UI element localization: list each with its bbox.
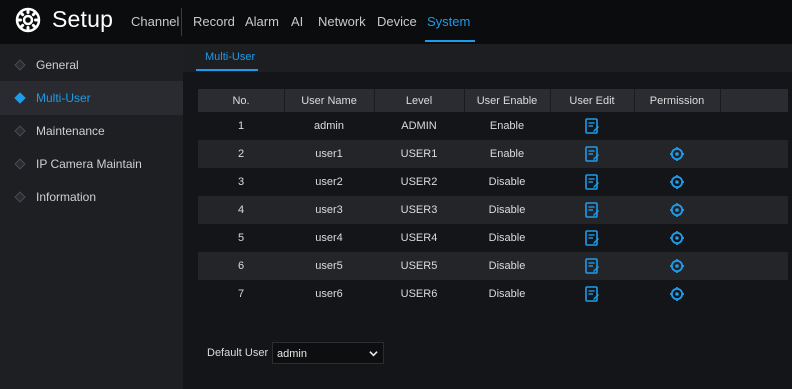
edit-icon[interactable] <box>585 230 599 246</box>
cell-user-name: user6 <box>315 288 343 300</box>
chevron-down-icon <box>369 351 378 357</box>
sidebar-item-label: General <box>36 58 79 72</box>
sidebar-item-label: Multi-User <box>36 91 91 105</box>
gear-icon[interactable] <box>670 203 684 217</box>
diamond-icon <box>14 191 26 203</box>
column-header-level: Level <box>405 95 433 107</box>
tab-system[interactable]: System <box>427 14 470 29</box>
sidebar-item-general[interactable]: General <box>0 48 183 82</box>
cell-user-enable: Disable <box>488 288 526 300</box>
cell-level: USER5 <box>400 260 438 272</box>
gear-icon <box>15 7 41 33</box>
sidebar-item-ip-camera-maintain[interactable]: IP Camera Maintain <box>0 147 183 181</box>
gear-icon[interactable] <box>670 287 684 301</box>
column-header-no: No. <box>232 95 250 107</box>
top-bar: Setup Channel Record Alarm AI Network De… <box>0 0 792 44</box>
diamond-icon <box>14 158 26 170</box>
diamond-icon <box>14 59 26 71</box>
cell-user-enable: Disable <box>488 204 526 216</box>
table-row: 4 user3 USER3 Disable <box>198 196 788 224</box>
cell-no: 6 <box>237 260 245 272</box>
sidebar-item-maintenance[interactable]: Maintenance <box>0 114 183 148</box>
edit-icon[interactable] <box>585 202 599 218</box>
default-user-select[interactable]: admin <box>272 342 384 364</box>
column-header-user-name: User Name <box>301 95 357 107</box>
tab-network[interactable]: Network <box>318 14 366 29</box>
default-user-label: Default User <box>207 347 269 359</box>
sidebar-item-label: IP Camera Maintain <box>36 157 142 171</box>
column-header-permission: Permission <box>649 95 705 107</box>
content-panel: Multi-User No. User Name Level User Enab… <box>183 44 792 389</box>
cell-level: USER1 <box>400 148 438 160</box>
cell-user-enable: Disable <box>488 232 526 244</box>
cell-level: USER4 <box>400 232 438 244</box>
sidebar-item-label: Information <box>36 190 97 204</box>
cell-user-name: admin <box>314 120 344 132</box>
cell-user-enable: Enable <box>489 120 525 132</box>
tab-channel[interactable]: Channel <box>131 14 179 29</box>
gear-icon[interactable] <box>670 231 684 245</box>
logo <box>14 6 42 34</box>
cell-level: USER6 <box>400 288 438 300</box>
cell-no: 3 <box>237 176 245 188</box>
cell-user-name: user5 <box>315 260 343 272</box>
cell-no: 7 <box>237 288 245 300</box>
default-user-value: admin <box>277 348 307 360</box>
cell-user-name: user2 <box>315 176 343 188</box>
edit-icon[interactable] <box>585 146 599 162</box>
active-subtab-indicator <box>196 69 258 71</box>
nav-divider <box>181 8 182 36</box>
tab-alarm[interactable]: Alarm <box>245 14 279 29</box>
cell-no: 2 <box>237 148 245 160</box>
sidebar-item-multi-user[interactable]: Multi-User <box>0 81 183 115</box>
cell-level: ADMIN <box>401 120 437 132</box>
edit-icon[interactable] <box>585 118 599 134</box>
cell-user-name: user3 <box>315 204 343 216</box>
cell-user-enable: Enable <box>489 148 525 160</box>
table-header: No. User Name Level User Enable User Edi… <box>198 89 788 112</box>
sidebar-item-label: Maintenance <box>36 124 105 138</box>
tab-ai[interactable]: AI <box>291 14 303 29</box>
tab-record[interactable]: Record <box>193 14 235 29</box>
column-separator <box>720 89 721 112</box>
table-row: 2 user1 USER1 Enable <box>198 140 788 168</box>
edit-icon[interactable] <box>585 286 599 302</box>
page-title: Setup <box>52 6 114 32</box>
cell-no: 4 <box>237 204 245 216</box>
tab-multi-user[interactable]: Multi-User <box>205 51 255 63</box>
cell-user-name: user4 <box>315 232 343 244</box>
tab-device[interactable]: Device <box>377 14 417 29</box>
sidebar: General Multi-User Maintenance IP Camera… <box>0 44 183 389</box>
table-row: 6 user5 USER5 Disable <box>198 252 788 280</box>
cell-level: USER3 <box>400 204 438 216</box>
gear-icon[interactable] <box>670 175 684 189</box>
table-row: 3 user2 USER2 Disable <box>198 168 788 196</box>
table-row: 1 admin ADMIN Enable <box>198 112 788 140</box>
sidebar-item-information[interactable]: Information <box>0 180 183 214</box>
cell-level: USER2 <box>400 176 438 188</box>
diamond-icon <box>14 92 26 104</box>
table-row: 7 user6 USER6 Disable <box>198 280 788 308</box>
cell-no: 1 <box>237 120 245 132</box>
edit-icon[interactable] <box>585 258 599 274</box>
gear-icon[interactable] <box>670 259 684 273</box>
table-row: 5 user4 USER4 Disable <box>198 224 788 252</box>
cell-no: 5 <box>237 232 245 244</box>
cell-user-enable: Disable <box>488 260 526 272</box>
edit-icon[interactable] <box>585 174 599 190</box>
cell-user-name: user1 <box>315 148 343 160</box>
diamond-icon <box>14 125 26 137</box>
cell-user-enable: Disable <box>488 176 526 188</box>
active-tab-indicator <box>425 40 475 42</box>
column-header-user-edit: User Edit <box>569 95 615 107</box>
subtab-bar: Multi-User <box>183 44 792 72</box>
gear-icon[interactable] <box>670 147 684 161</box>
column-header-user-enable: User Enable <box>476 95 538 107</box>
